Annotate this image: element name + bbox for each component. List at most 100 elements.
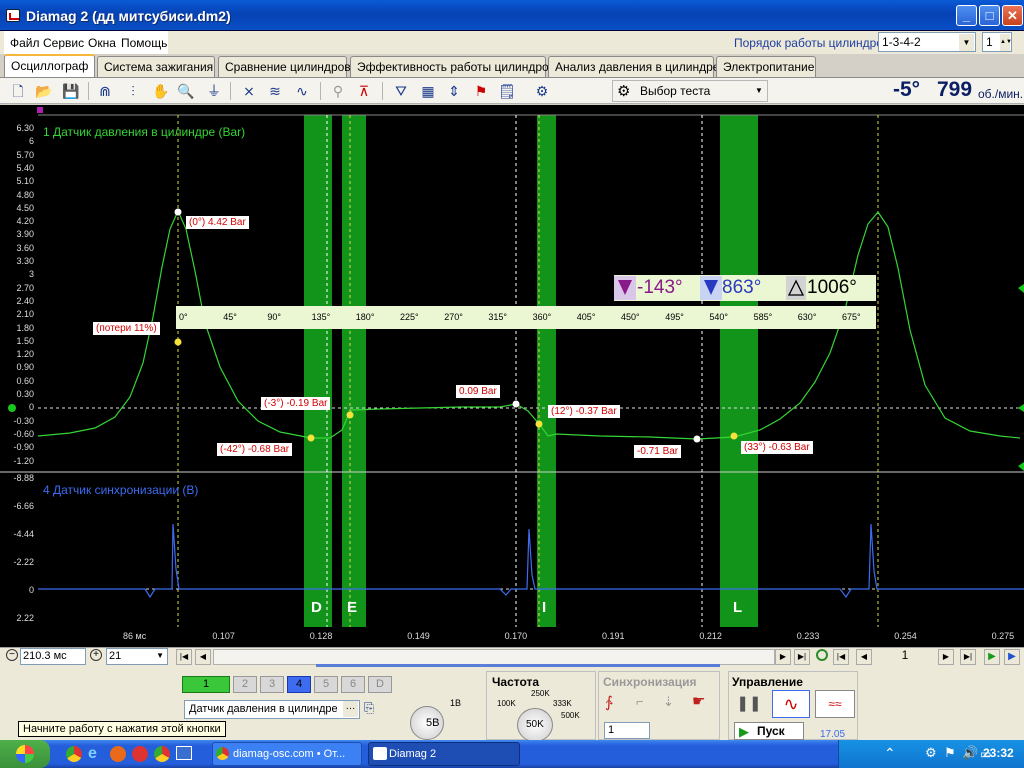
menu-windows[interactable]: Окна xyxy=(88,36,116,50)
chrome-icon[interactable] xyxy=(154,746,170,762)
frame-prev-button[interactable]: ◀ xyxy=(856,649,872,665)
tab-ignition[interactable]: Система зажигания xyxy=(97,56,215,77)
cursor-icon[interactable]: ⫶ xyxy=(123,81,143,101)
maximize-button[interactable]: □ xyxy=(979,5,1000,26)
sync-pointer-icon[interactable]: ☛ xyxy=(692,692,705,710)
label-loss: (потери 11%) xyxy=(93,322,160,335)
invert-icon[interactable]: ⨯ xyxy=(239,81,259,101)
tray-volume-icon[interactable]: 🔊 xyxy=(962,745,978,761)
hand-icon[interactable]: ✋ xyxy=(151,81,171,101)
notes-icon[interactable]: 🗒 xyxy=(497,81,517,101)
single-wave-button[interactable]: ∿ xyxy=(772,690,810,718)
right-marker[interactable] xyxy=(1018,284,1024,293)
menu-help[interactable]: Помощь xyxy=(121,36,167,50)
channel1-title: 1 Датчик давления в цилиндре (Bar) xyxy=(43,125,246,139)
frame-next-button[interactable]: ▶ xyxy=(938,649,954,665)
right-marker[interactable] xyxy=(1018,404,1024,412)
minimize-button[interactable]: _ xyxy=(956,5,977,26)
ie-icon[interactable]: e xyxy=(88,745,97,763)
loss-point[interactable] xyxy=(174,338,182,346)
frame-first-button[interactable]: |◀ xyxy=(833,649,849,665)
last-page-button[interactable]: ▶| xyxy=(794,649,810,665)
tray-chevron-icon[interactable]: ⌃ xyxy=(884,745,896,762)
signal-select[interactable]: Датчик давления в цилиндре xyxy=(184,700,360,719)
play-fast-button[interactable]: ▶ xyxy=(1004,649,1020,665)
sync-title: Синхронизация xyxy=(603,675,697,689)
tray-network-icon[interactable]: ⚙ xyxy=(925,745,937,761)
next-page-button[interactable]: ▶ xyxy=(775,649,791,665)
firing-order-select[interactable]: 1-3-4-2 ▼ xyxy=(878,32,976,52)
zoom-select[interactable]: 21 ▼ xyxy=(106,648,168,665)
auto-settings-icon[interactable]: ⚙ xyxy=(532,81,552,101)
zero-marker-icon[interactable]: ⊼ xyxy=(354,81,374,101)
point-z009[interactable] xyxy=(512,400,520,408)
auto-sync-icon[interactable]: ⚲ xyxy=(328,81,348,101)
tab-power[interactable]: Электропитание xyxy=(716,56,816,77)
cursor-left-handle[interactable] xyxy=(37,107,43,113)
channel-button-3[interactable]: 3 xyxy=(260,676,284,693)
overlay-icon[interactable]: ∿ xyxy=(292,81,312,101)
channel-button-6[interactable]: 6 xyxy=(341,676,365,693)
scope-canvas[interactable] xyxy=(0,105,1024,647)
right-marker[interactable] xyxy=(1018,462,1024,471)
flag-icon[interactable]: ⚑ xyxy=(471,81,491,101)
first-page-button[interactable]: |◀ xyxy=(176,649,192,665)
firefox-icon[interactable] xyxy=(110,746,126,762)
tray-flag-icon[interactable]: ⚑ xyxy=(944,745,956,761)
zoom-in-icon[interactable]: + xyxy=(90,649,102,661)
oscilloscope-view[interactable]: 6.30 6 5.70 5.40 5.10 4.80 4.50 4.20 3.90 3.60 3.3… xyxy=(0,105,1024,647)
close-button[interactable]: ✕ xyxy=(1002,5,1023,26)
channel-button-5[interactable]: 5 xyxy=(314,676,338,693)
channel-filter-icon[interactable]: ⛛ xyxy=(391,81,411,101)
taskbar-item-browser[interactable]: diamag-osc.com • От... xyxy=(212,742,362,766)
sync-channel-select[interactable]: 1 xyxy=(604,722,650,739)
open-folder-icon[interactable]: 📂 xyxy=(34,81,54,101)
grid-icon[interactable]: ▦ xyxy=(418,81,438,101)
zoom-out-icon[interactable]: − xyxy=(6,649,18,661)
point-p12[interactable] xyxy=(535,420,543,428)
probe-settings-icon[interactable]: ⎘ xyxy=(364,700,384,720)
phase-zone-d xyxy=(304,115,332,627)
more-icon[interactable]: … xyxy=(343,701,358,717)
prev-page-button[interactable]: ◀ xyxy=(195,649,211,665)
pause-button[interactable]: ❚❚ xyxy=(734,690,764,718)
multi-wave-button[interactable]: ≈≈ xyxy=(815,690,855,718)
new-file-icon[interactable]: 🗋 xyxy=(8,81,28,101)
point-m071[interactable] xyxy=(693,435,701,443)
autoscale-icon[interactable]: ⋒ xyxy=(95,81,115,101)
menu-service[interactable]: Сервис xyxy=(43,36,84,50)
sync-falling-icon[interactable]: ⌐ xyxy=(636,694,644,709)
voltage-value: 5В xyxy=(426,717,440,729)
channel-button-2[interactable]: 2 xyxy=(233,676,257,693)
sync-rising-icon[interactable]: ∱ xyxy=(605,693,613,711)
sync-level-icon[interactable]: ⇣ xyxy=(663,694,674,710)
channel-button-4[interactable]: 4 xyxy=(287,676,311,693)
timebase-input[interactable]: 210.3 мс xyxy=(20,648,86,665)
waves-icon[interactable]: ≋ xyxy=(265,81,285,101)
play-button[interactable]: ▶ xyxy=(984,649,1000,665)
filter-icon[interactable]: ⏚ xyxy=(204,81,224,101)
opera-icon[interactable] xyxy=(132,746,148,762)
split-icon[interactable]: ⇕ xyxy=(444,81,464,101)
point-m3[interactable] xyxy=(346,411,354,419)
tab-cylinder-efficiency[interactable]: Эффективность работы цилиндров xyxy=(350,56,555,77)
record-icon[interactable] xyxy=(816,649,828,661)
horizontal-scrollbar[interactable] xyxy=(213,649,775,665)
taskbar-item-diamag[interactable]: Diamag 2 xyxy=(368,742,520,766)
point-p33[interactable] xyxy=(730,432,738,440)
channel-button-1[interactable]: 1 xyxy=(182,676,230,693)
tab-pressure-analysis[interactable]: Анализ давления в цилиндре xyxy=(548,56,719,77)
channel-button-d[interactable]: D xyxy=(368,676,392,693)
window-icon[interactable] xyxy=(176,746,192,760)
point-m42[interactable] xyxy=(307,434,315,442)
tab-cylinder-compare[interactable]: Сравнение цилиндров xyxy=(218,56,351,77)
tab-oscilloscope[interactable]: Осциллограф xyxy=(4,54,95,77)
cylinder-spinner[interactable]: 1 ▲▼ xyxy=(982,32,1012,52)
chrome-icon[interactable] xyxy=(66,746,82,762)
angle-readout: -5° xyxy=(893,78,921,101)
zoom-icon[interactable]: 🔍 xyxy=(176,81,196,101)
save-icon[interactable]: 💾 xyxy=(61,81,81,101)
frame-last-button[interactable]: ▶| xyxy=(960,649,976,665)
peak-point[interactable] xyxy=(174,208,182,216)
menu-file[interactable]: Файл xyxy=(10,36,40,50)
